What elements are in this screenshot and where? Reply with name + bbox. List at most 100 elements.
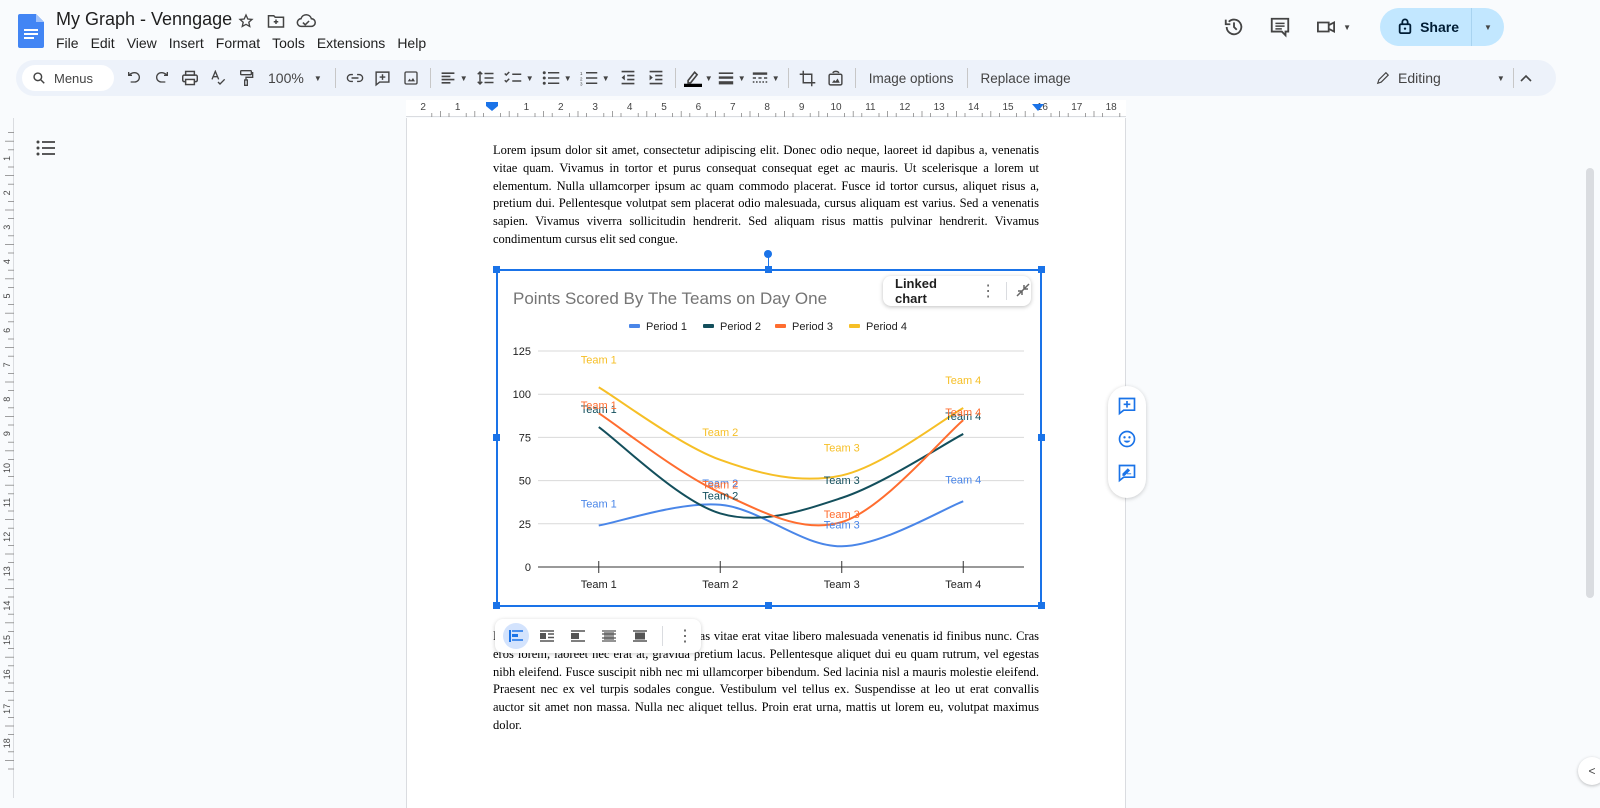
resize-handle[interactable] xyxy=(1038,434,1045,441)
align-icon[interactable]: ▼ xyxy=(436,64,472,92)
add-emoji-reaction-icon[interactable] xyxy=(1117,429,1137,454)
menu-edit[interactable]: Edit xyxy=(85,33,121,53)
menu-help[interactable]: Help xyxy=(391,33,432,53)
resize-handle[interactable] xyxy=(1038,602,1045,609)
add-comment-icon[interactable] xyxy=(1117,396,1137,421)
hide-menus-chevron-up-icon[interactable] xyxy=(1512,64,1540,92)
image-options-button[interactable]: Image options xyxy=(861,71,962,86)
menu-tools[interactable]: Tools xyxy=(266,33,311,53)
resize-handle[interactable] xyxy=(493,602,500,609)
vertical-ruler[interactable]: 1 2 3 4 5 6 7 8 9 10 11 12 13 14 15 16 17 18 xyxy=(0,118,14,798)
zoom-select[interactable]: 100% ▼ xyxy=(260,70,330,86)
resize-handle[interactable] xyxy=(765,602,772,609)
paragraph-1[interactable]: Lorem ipsum dolor sit amet, consectetur … xyxy=(493,142,1039,249)
separator xyxy=(662,626,663,646)
behind-text-icon[interactable] xyxy=(596,623,622,649)
ruler-label: 5 xyxy=(2,293,12,298)
share-dropdown[interactable]: ▼ xyxy=(1472,8,1504,46)
x-tick-label: Team 3 xyxy=(824,579,860,591)
ruler-label: 9 xyxy=(2,431,12,436)
line-spacing-icon[interactable] xyxy=(472,64,500,92)
add-comment-icon[interactable] xyxy=(369,64,397,92)
break-text-icon[interactable] xyxy=(565,623,591,649)
main-toolbar: Menus 100% ▼ ▼ ▼ ▼ 1 2 3 ▼ ▼ ▼ ▼ Image optio… xyxy=(16,60,1556,96)
chevron-down-icon: ▼ xyxy=(313,73,322,83)
pencil-icon xyxy=(1376,71,1390,85)
increase-indent-icon[interactable] xyxy=(642,64,670,92)
in-front-of-text-icon[interactable] xyxy=(627,623,653,649)
star-icon[interactable] xyxy=(236,11,256,31)
border-color-icon[interactable]: ▼ xyxy=(681,64,715,92)
meet-video-icon[interactable]: ▼ xyxy=(1310,11,1356,43)
chart-legend: Period 1 Period 2 Period 3 Period 4 xyxy=(629,321,907,333)
y-tick-label: 50 xyxy=(519,476,531,488)
comments-icon[interactable] xyxy=(1264,11,1296,43)
wrap-text-icon[interactable] xyxy=(534,623,560,649)
ruler-label: 8 xyxy=(2,397,12,402)
menu-insert[interactable]: Insert xyxy=(163,33,210,53)
rotate-handle[interactable] xyxy=(764,250,772,258)
editing-mode-select[interactable]: Editing ▼ xyxy=(1376,60,1505,96)
checklist-icon[interactable]: ▼ xyxy=(500,64,538,92)
share-button[interactable]: Share xyxy=(1380,8,1472,46)
decrease-indent-icon[interactable] xyxy=(614,64,642,92)
horizontal-ruler[interactable]: 2 1 1 2 3 4 5 6 7 8 9 10 11 12 13 14 15 16 17 18 xyxy=(406,100,1138,117)
separator xyxy=(787,68,789,88)
bulleted-list-icon[interactable]: ▼ xyxy=(538,64,576,92)
svg-text:2: 2 xyxy=(580,76,583,81)
crop-icon[interactable] xyxy=(794,64,822,92)
more-options-icon[interactable]: ⋮ xyxy=(672,623,698,649)
spellcheck-icon[interactable] xyxy=(204,64,232,92)
search-icon xyxy=(33,72,45,84)
ruler-label: 1 xyxy=(455,102,461,113)
version-history-icon[interactable] xyxy=(1218,11,1250,43)
vertical-scrollbar[interactable] xyxy=(1586,168,1594,598)
replace-image-button[interactable]: Replace image xyxy=(973,71,1079,86)
reset-image-icon[interactable] xyxy=(822,64,850,92)
linked-chart[interactable]: Points Scored By The Teams on Day One Pe… xyxy=(496,269,1042,607)
unlink-icon[interactable] xyxy=(1015,282,1031,301)
numbered-list-icon[interactable]: 1 2 3 ▼ xyxy=(576,64,614,92)
undo-icon[interactable] xyxy=(120,64,148,92)
side-panel-toggle-chevron-left-icon[interactable]: < xyxy=(1578,757,1600,785)
resize-handle[interactable] xyxy=(1038,266,1045,273)
resize-handle[interactable] xyxy=(493,434,500,441)
resize-handle[interactable] xyxy=(493,266,500,273)
series-line-period-3 xyxy=(598,412,964,527)
y-tick-label: 75 xyxy=(519,432,531,444)
print-icon[interactable] xyxy=(176,64,204,92)
redo-icon[interactable] xyxy=(148,64,176,92)
ruler-label: 2 xyxy=(420,102,426,113)
insert-image-icon[interactable] xyxy=(397,64,425,92)
menu-extensions[interactable]: Extensions xyxy=(311,33,391,53)
ruler-label: 15 xyxy=(1002,102,1014,113)
move-folder-icon[interactable] xyxy=(266,11,286,31)
border-dash-icon[interactable]: ▼ xyxy=(749,64,783,92)
more-options-icon[interactable]: ⋮ xyxy=(980,281,996,301)
paint-format-icon[interactable] xyxy=(232,64,260,92)
menus-search[interactable]: Menus xyxy=(22,65,114,91)
ruler-label: 15 xyxy=(2,635,12,645)
x-tick-label: Team 4 xyxy=(945,579,981,591)
ruler-label: 12 xyxy=(2,532,12,542)
insert-link-icon[interactable] xyxy=(341,64,369,92)
menu-view[interactable]: View xyxy=(121,33,163,53)
ruler-label: 11 xyxy=(2,498,12,507)
cloud-saved-icon[interactable] xyxy=(296,11,316,31)
document-outline-icon[interactable] xyxy=(36,140,56,156)
separator xyxy=(334,68,336,88)
separator xyxy=(674,68,676,88)
ruler-label: 18 xyxy=(1106,102,1118,113)
suggest-edits-icon[interactable] xyxy=(1117,463,1137,488)
document-title[interactable]: My Graph - Venngage xyxy=(56,9,232,30)
docs-logo-icon[interactable] xyxy=(18,14,44,48)
wrap-inline-icon[interactable] xyxy=(503,623,529,649)
ruler-label: 2 xyxy=(558,102,564,113)
border-weight-icon[interactable]: ▼ xyxy=(715,64,749,92)
separator xyxy=(429,68,431,88)
point-label: Team 1 xyxy=(581,499,617,511)
point-label: Team 4 xyxy=(945,474,981,486)
lock-icon xyxy=(1398,18,1412,37)
menu-file[interactable]: File xyxy=(50,33,85,53)
menu-format[interactable]: Format xyxy=(210,33,266,53)
